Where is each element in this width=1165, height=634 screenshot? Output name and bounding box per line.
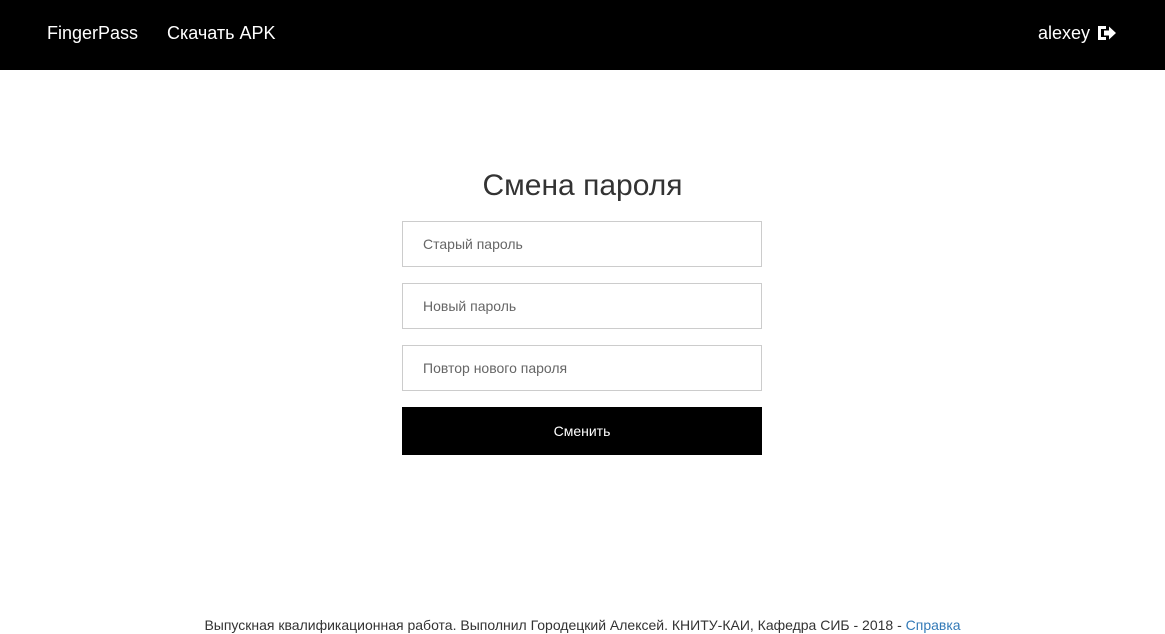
change-password-button[interactable]: Сменить bbox=[402, 407, 762, 455]
brand-link[interactable]: FingerPass bbox=[47, 22, 138, 44]
user-area: alexey bbox=[1038, 22, 1117, 44]
top-navbar: FingerPass Скачать APK alexey bbox=[0, 0, 1165, 70]
repeat-password-input[interactable] bbox=[402, 345, 762, 391]
sign-out-icon[interactable] bbox=[1096, 24, 1117, 42]
new-password-input[interactable] bbox=[402, 283, 762, 329]
help-link[interactable]: Справка bbox=[906, 617, 961, 633]
footer: Выпускная квалификационная работа. Выпол… bbox=[0, 616, 1165, 634]
old-password-input[interactable] bbox=[402, 221, 762, 267]
footer-text: Выпускная квалификационная работа. Выпол… bbox=[204, 617, 906, 633]
download-apk-link[interactable]: Скачать APK bbox=[167, 22, 276, 44]
username-label[interactable]: alexey bbox=[1038, 22, 1090, 44]
page-title: Смена пароля bbox=[482, 169, 683, 202]
